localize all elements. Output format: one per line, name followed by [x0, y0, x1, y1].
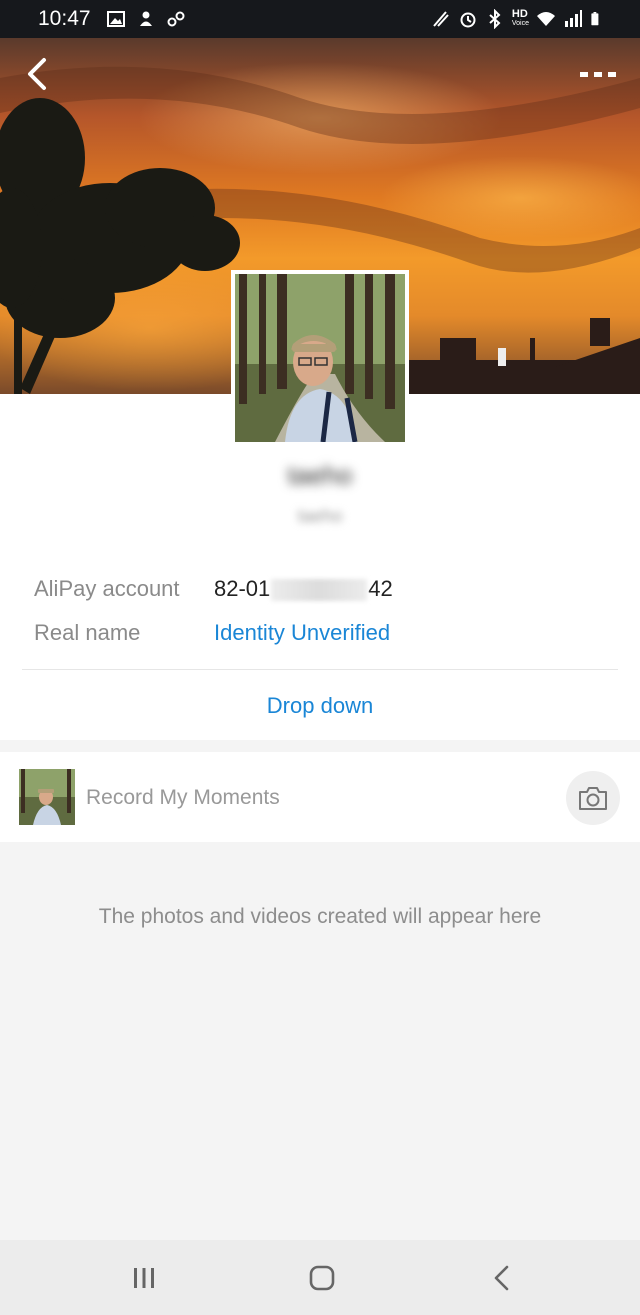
real-name-label: Real name: [34, 620, 141, 645]
home-button[interactable]: [302, 1260, 342, 1296]
navigation-bar: [0, 1240, 640, 1315]
wifi-icon: [537, 12, 555, 26]
drop-down-button[interactable]: Drop down: [0, 693, 640, 719]
more-dots-icon[interactable]: [578, 60, 618, 88]
alarm-icon: [460, 12, 476, 28]
mini-avatar: [19, 769, 75, 825]
status-time: 10:47: [38, 7, 91, 30]
profile-subname: taeho: [297, 506, 343, 526]
status-bar: 10:47 HD Voice: [0, 0, 640, 38]
nfc-icon: [433, 11, 449, 27]
identity-unverified-link[interactable]: Identity Unverified: [214, 620, 390, 646]
back-icon: [494, 1265, 509, 1291]
alipay-account-prefix: 82-01: [214, 576, 271, 601]
moments-row[interactable]: Record My Moments: [0, 752, 640, 842]
alipay-account-value: 82-01 42: [214, 576, 393, 602]
profile-name: taeho: [287, 460, 353, 490]
camera-icon: [579, 787, 607, 810]
alipay-account-suffix: 42: [368, 576, 393, 601]
hd-voice-icon: HD Voice: [511, 8, 529, 28]
account-redaction: [271, 579, 368, 602]
tree-silhouette: [0, 98, 240, 394]
battery-icon: [591, 12, 599, 26]
link-icon: [167, 11, 185, 27]
alipay-account-label: AliPay account: [34, 576, 180, 601]
profile-avatar[interactable]: [231, 270, 409, 446]
real-name-row: Real name Identity Unverified: [34, 620, 390, 646]
notification-icon: [140, 11, 152, 26]
divider: [22, 669, 618, 670]
back-button[interactable]: [482, 1260, 522, 1296]
building-silhouette: [408, 318, 640, 394]
status-left-icons: [106, 9, 186, 29]
home-icon: [309, 1265, 335, 1291]
recents-icon: [134, 1268, 154, 1288]
signal-icon: [565, 10, 582, 27]
hd-text: HD: [511, 8, 528, 20]
back-chevron-icon[interactable]: [22, 56, 54, 92]
camera-button[interactable]: [566, 771, 620, 825]
avatar-photo: [235, 274, 405, 442]
recents-button[interactable]: [124, 1260, 164, 1296]
empty-state-text: The photos and videos created will appea…: [98, 905, 542, 928]
image-icon: [107, 11, 125, 27]
voice-text: Voice: [511, 20, 529, 27]
bluetooth-icon: [489, 9, 501, 29]
status-right-icons: HD Voice: [431, 9, 604, 29]
alipay-account-row: AliPay account 82-01 42: [34, 576, 393, 602]
record-moments-label: Record My Moments: [86, 786, 280, 809]
